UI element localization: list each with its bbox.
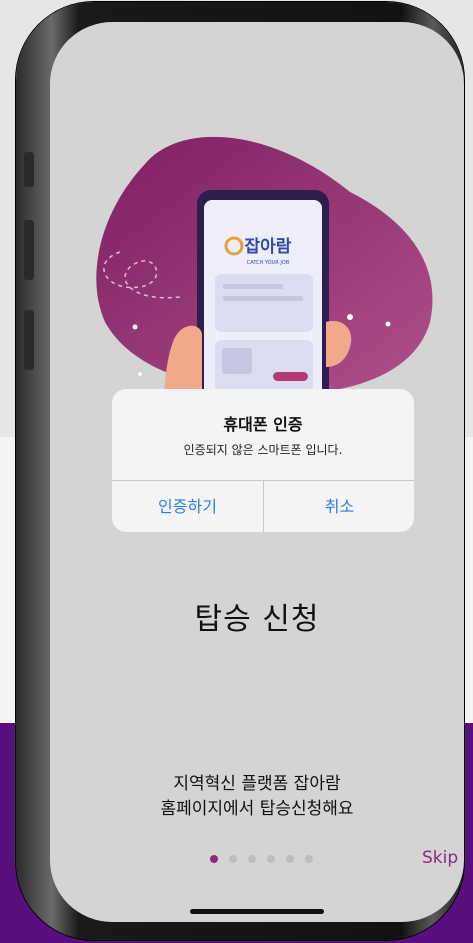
onboarding-description: 지역혁신 플랫폼 잡아람 홈페이지에서 탑승신청해요: [50, 772, 464, 822]
onboarding-illustration: 잡아람 CATCH YOUR JOB: [96, 136, 433, 422]
skip-button[interactable]: Skip: [422, 848, 458, 868]
page-dot-4[interactable]: [267, 855, 275, 863]
description-line-2: 홈페이지에서 탑승신청해요: [160, 799, 354, 819]
verify-button[interactable]: 인증하기: [112, 481, 263, 532]
page-dot-1[interactable]: [210, 855, 218, 863]
page-dot-3[interactable]: [248, 855, 256, 863]
dialog-message: 인증되지 않은 스마트폰 입니다.: [183, 443, 343, 457]
dialog-title: 휴대폰 인증: [223, 415, 303, 434]
logo-tagline: CATCH YOUR JOB: [247, 260, 290, 266]
description-line-1: 지역혁신 플랫폼 잡아람: [173, 774, 341, 794]
cancel-button[interactable]: 취소: [264, 481, 414, 532]
page-dot-5[interactable]: [286, 855, 294, 863]
page-dot-2[interactable]: [229, 855, 237, 863]
home-indicator[interactable]: [190, 909, 324, 914]
verification-alert-dialog: 휴대폰 인증 인증되지 않은 스마트폰 입니다. 인증하기 취소: [112, 389, 414, 532]
logo-text: 잡아람: [245, 236, 292, 257]
onboarding-title: 탑승 신청: [194, 602, 320, 637]
phone-frame: 잡아람 CATCH YOUR JOB 휴대폰 인증 인증되지 않은 스마트폰 입…: [16, 2, 464, 940]
phone-screen: 잡아람 CATCH YOUR JOB 휴대폰 인증 인증되지 않은 스마트폰 입…: [50, 22, 464, 922]
volume-up-button: [24, 220, 34, 280]
page-indicator[interactable]: [210, 855, 313, 863]
page-dot-6[interactable]: [305, 855, 313, 863]
mute-switch: [24, 152, 34, 187]
volume-down-button: [24, 310, 34, 370]
